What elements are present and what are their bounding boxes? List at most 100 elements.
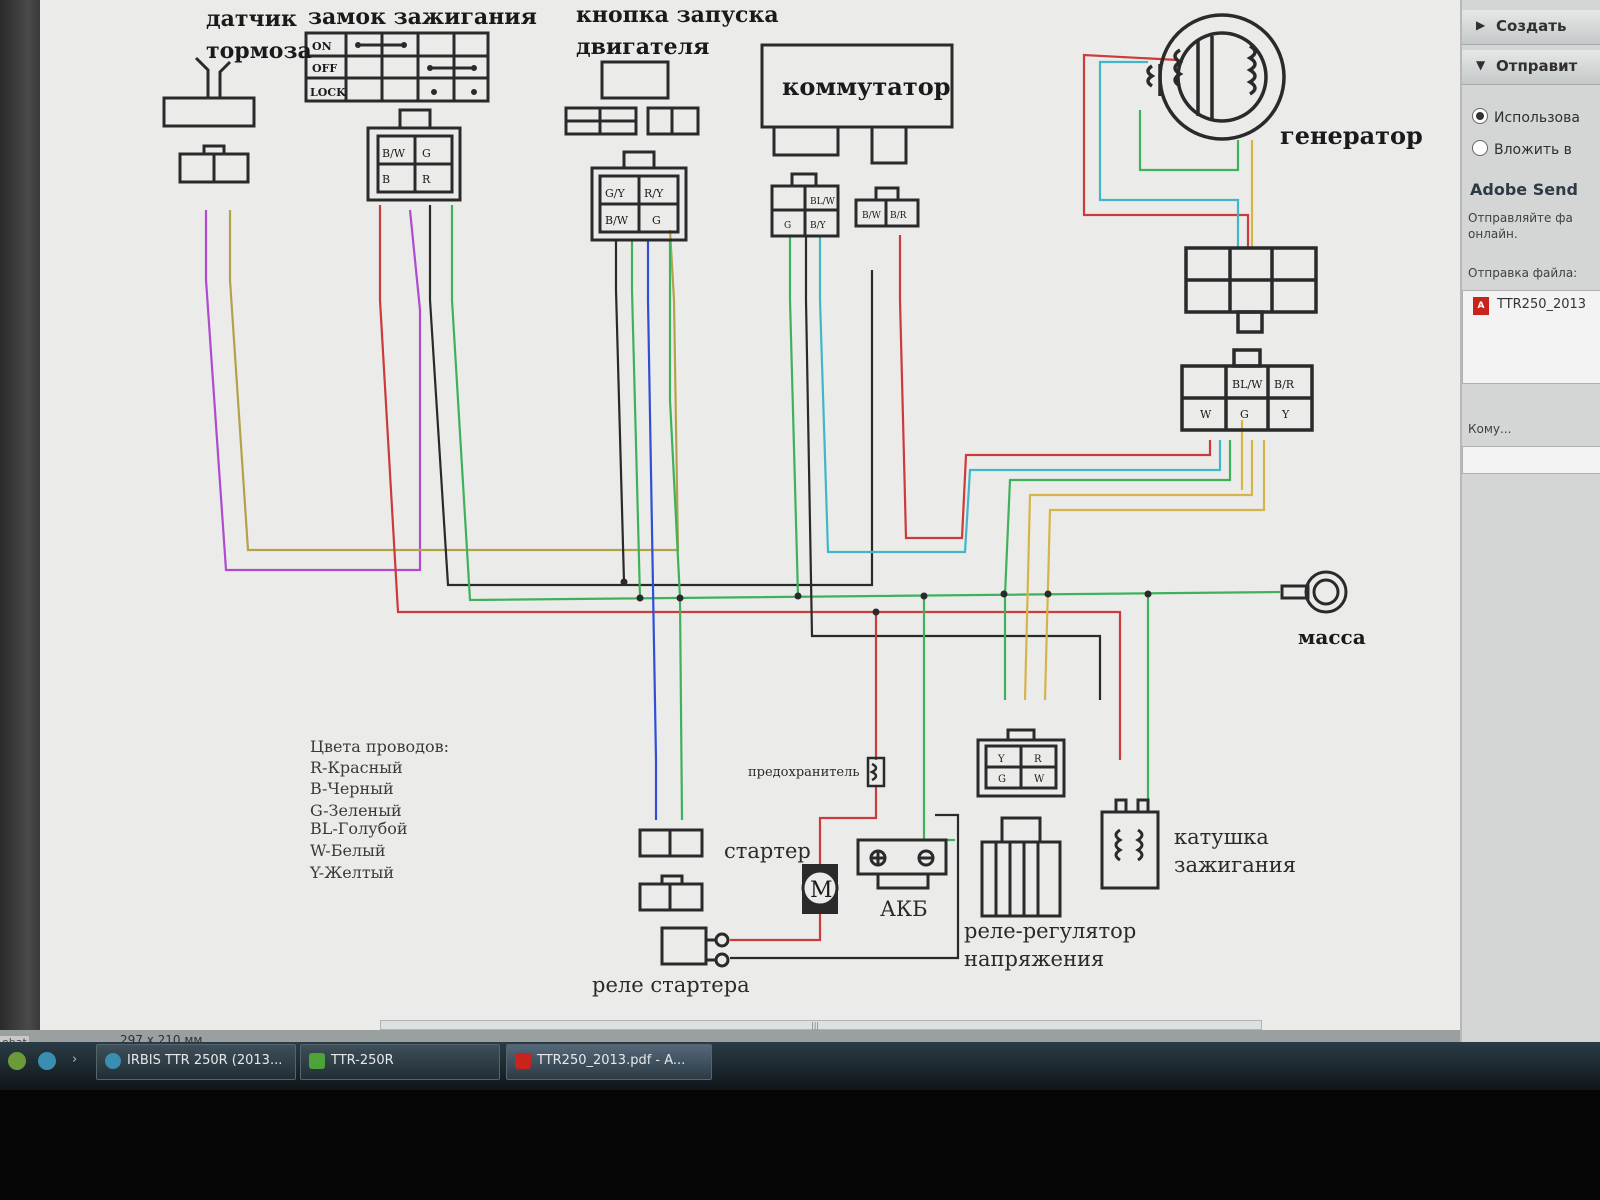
regulator-label: реле-регулятор	[964, 919, 1136, 943]
wire-olive	[228, 210, 680, 552]
wire-green-batt	[922, 598, 955, 842]
svg-text:BL/W: BL/W	[1232, 378, 1263, 391]
switch-row-on: ON	[312, 40, 332, 53]
ignition-coil-symbol	[1100, 798, 1160, 890]
ignition-lock-label: замок зажигания	[308, 4, 537, 30]
create-section-header[interactable]: ▶ Создать	[1462, 10, 1600, 45]
horizontal-scrollbar[interactable]: |||	[380, 1020, 1262, 1030]
svg-text:W: W	[1034, 774, 1045, 785]
file-send-label: Отправка файла:	[1468, 266, 1578, 280]
ignition-coil-label-2: зажигания	[1174, 853, 1296, 877]
regulator-symbol	[976, 728, 1066, 918]
radio-unselected-icon	[1472, 140, 1488, 156]
ground-terminal	[1280, 570, 1348, 614]
wire-green-main	[450, 205, 1281, 602]
regulator-label-2: напряжения	[964, 947, 1104, 971]
start-button-symbol	[564, 60, 700, 242]
legend-item: W-Белый	[310, 841, 385, 860]
commutator-label: коммутатор	[782, 72, 950, 101]
folder-icon	[309, 1053, 325, 1069]
brake-sensor-label: датчик	[206, 6, 297, 32]
fuse-label: предохранитель	[748, 765, 859, 780]
wire-green-comm	[788, 235, 800, 597]
wire-red-comm	[898, 235, 1212, 540]
fuse-symbol	[866, 756, 886, 788]
switch-row-lock: LOCK	[310, 86, 346, 99]
svg-text:B/Y: B/Y	[810, 221, 827, 231]
battery-symbol	[856, 838, 948, 890]
wire-cyan-gen	[1098, 60, 1240, 248]
radio-use-option[interactable]: Использова	[1472, 108, 1580, 126]
wire-blue-start	[646, 240, 658, 820]
svg-text:R: R	[1034, 754, 1042, 765]
status-bar	[0, 1030, 1460, 1042]
svg-text:M: M	[810, 878, 833, 903]
svg-text:G/Y: G/Y	[605, 187, 625, 200]
taskbar-item-pdf[interactable]: TTR250_2013.pdf - A...	[506, 1044, 712, 1080]
radio-attach-option[interactable]: Вложить в	[1472, 140, 1572, 158]
browser-icon	[105, 1053, 121, 1069]
wire-red-starter	[818, 785, 878, 868]
battery-label: АКБ	[880, 897, 928, 921]
adobe-send-description: Отправляйте фа онлайн.	[1468, 211, 1573, 241]
taskbar-item-ttr[interactable]: TTR-250R	[300, 1044, 500, 1080]
wire-color-legend: Цвета проводов: R-Красный B-Черный G-Зел…	[309, 737, 449, 882]
wire-green-relay	[668, 240, 684, 821]
starter-motor-symbol: M	[801, 864, 839, 914]
wire-green-start	[630, 240, 642, 599]
legend-item: BL-Голубой	[310, 819, 408, 838]
svg-text:B/R: B/R	[890, 211, 907, 221]
svg-text:B/R: B/R	[1274, 378, 1295, 391]
svg-text:Y: Y	[997, 754, 1005, 765]
starter-label: стартер	[724, 839, 811, 863]
expand-arrow-icon: ▶	[1476, 18, 1486, 32]
start-button-label-2: двигателя	[576, 34, 709, 60]
wire-black-start	[614, 240, 626, 583]
wire-green-gen2	[1003, 440, 1232, 700]
taskbar-item-irbis[interactable]: IRBIS TTR 250R (2013...	[96, 1044, 296, 1080]
ground-label: масса	[1298, 625, 1366, 649]
svg-text:G: G	[1240, 408, 1249, 421]
generator-symbol	[1146, 13, 1318, 432]
svg-text:Y: Y	[1281, 408, 1290, 421]
recipient-input[interactable]	[1462, 446, 1600, 474]
brake-sensor-symbol	[162, 56, 256, 184]
wire-black-comm	[804, 235, 1102, 700]
tray-blue-icon[interactable]	[38, 1052, 56, 1070]
svg-text:B/W: B/W	[382, 147, 406, 160]
pdf-file-icon: A	[1473, 297, 1489, 315]
monitor-bezel	[0, 1090, 1600, 1200]
legend-item: B-Черный	[310, 779, 394, 798]
legend-item: Y-Желтый	[309, 863, 394, 882]
file-list[interactable]: A TTR250_2013	[1462, 290, 1600, 384]
chevron-right-icon[interactable]: ›	[72, 1052, 77, 1067]
tray-green-icon[interactable]	[8, 1052, 26, 1070]
svg-text:G: G	[422, 147, 431, 160]
svg-text:B/W: B/W	[862, 211, 882, 221]
svg-text:R: R	[422, 173, 431, 186]
wiring-diagram: ON OFF LOCK B/W G B R G/Y R/Y B/W G BL/W…	[162, 2, 1423, 997]
svg-text:G: G	[652, 214, 661, 227]
svg-text:R/Y: R/Y	[644, 187, 664, 200]
generator-label: генератор	[1280, 121, 1423, 150]
radio-selected-icon	[1472, 108, 1488, 124]
svg-text:B/W: B/W	[605, 214, 629, 227]
ignition-coil-label: катушка	[1174, 825, 1269, 849]
svg-text:G: G	[784, 221, 791, 231]
acrobat-icon	[515, 1053, 531, 1069]
wire-red-gen	[1082, 53, 1250, 248]
adobe-send-title: Adobe Send	[1470, 180, 1578, 199]
taskbar: › IRBIS TTR 250R (2013... TTR-250R TTR25…	[0, 1042, 1600, 1090]
send-section-header[interactable]: ▼ Отправит	[1462, 50, 1600, 85]
starter-relay-label: реле стартера	[592, 973, 750, 997]
wire-cyan-comm	[818, 235, 1222, 554]
legend-item: R-Красный	[310, 758, 403, 777]
legend-title: Цвета проводов:	[310, 737, 449, 756]
svg-text:BL/W: BL/W	[810, 197, 836, 207]
collapse-arrow-icon: ▼	[1476, 58, 1486, 72]
tools-pane: ▶ Создать ▼ Отправит Использова Вложить …	[1460, 0, 1600, 1050]
to-label: Кому...	[1468, 422, 1512, 436]
file-name: TTR250_2013	[1497, 297, 1587, 312]
svg-text:B: B	[382, 173, 390, 186]
starter-relay-symbol	[638, 828, 730, 968]
